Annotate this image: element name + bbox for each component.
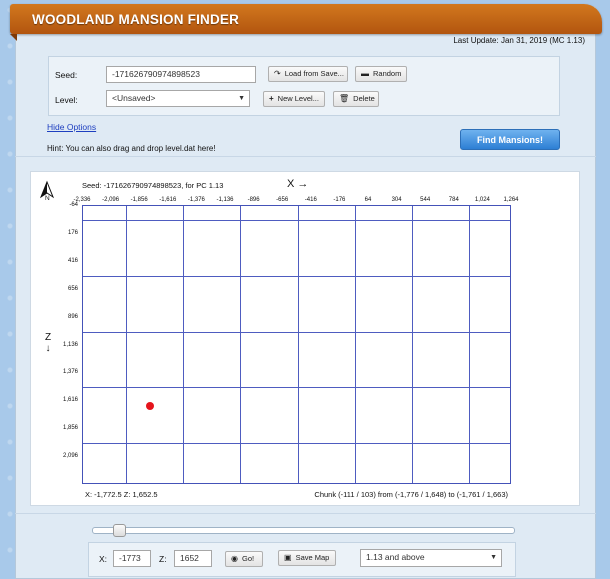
load-arrow-icon: ↷ (274, 69, 281, 78)
compass-icon: ◉ (231, 554, 238, 563)
mansion-marker[interactable] (146, 401, 155, 410)
x-tick-label: -2,096 (102, 197, 120, 203)
go-label: Go! (241, 554, 255, 563)
map-caption: Seed: -171626790974898523, for PC 1.13 (82, 181, 224, 190)
hide-options-link[interactable]: Hide Options (47, 122, 96, 132)
seed-label: Seed: (55, 70, 78, 80)
north-label: N (45, 195, 50, 202)
z-tick-label: 1,376 (62, 369, 78, 376)
z-tick-label: 1,856 (62, 425, 78, 432)
x-tick-label: -416 (304, 197, 317, 203)
grid-line-horizontal (83, 387, 510, 389)
z-tick-label: 656 (67, 285, 78, 292)
version-select-value: 1.13 and above (366, 552, 425, 562)
x-coord-input[interactable]: -1773 (113, 550, 151, 567)
zoom-slider[interactable] (92, 524, 515, 537)
load-from-save-label: Load from Save... (284, 69, 344, 78)
x-tick-label: 1,024 (474, 197, 490, 203)
x-axis-label: X → (287, 178, 309, 190)
x-tick-label: 304 (391, 197, 402, 203)
level-select[interactable]: <Unsaved> ▼ (106, 90, 250, 107)
z-tick-label: 1,136 (62, 341, 78, 348)
z-tick-label: 2,096 (62, 453, 78, 460)
x-tick-label: -896 (247, 197, 260, 203)
grid-line-horizontal (83, 331, 510, 333)
x-tick-label: 784 (448, 197, 459, 203)
x-tick-label: 64 (364, 197, 372, 203)
z-tick-label: 416 (67, 257, 78, 264)
save-icon: ▣ (284, 553, 292, 562)
grid-line-vertical (354, 206, 356, 483)
trash-icon: 🗑 (339, 94, 350, 103)
grid-line-horizontal (83, 275, 510, 277)
x-tick-label: -176 (333, 197, 346, 203)
film-icon: ▬ (361, 69, 369, 78)
divider (15, 156, 596, 157)
random-label: Random (373, 69, 402, 78)
banner-fold (10, 34, 17, 41)
x-tick-label: 1,264 (503, 197, 519, 203)
grid-line-horizontal (83, 219, 510, 221)
save-map-button[interactable]: ▣ Save Map (278, 550, 336, 566)
cursor-coords: X: -1,772.5 Z: 1,652.5 (85, 490, 158, 499)
save-map-label: Save Map (295, 553, 330, 562)
level-label: Level: (55, 95, 78, 105)
random-button[interactable]: ▬ Random (355, 66, 407, 82)
header-banner: WOODLAND MANSION FINDER (10, 4, 602, 34)
z-tick-label: 896 (67, 313, 78, 320)
go-button[interactable]: ◉ Go! (225, 551, 263, 567)
level-select-value: <Unsaved> (112, 93, 156, 103)
x-tick-label: -656 (276, 197, 289, 203)
load-from-save-button[interactable]: ↷ Load from Save... (268, 66, 348, 82)
x-tick-label: 544 (420, 197, 431, 203)
grid-line-vertical (469, 206, 471, 483)
x-tick-label: -1,856 (130, 197, 148, 203)
z-tick-label: 176 (67, 229, 78, 236)
grid-line-vertical (183, 206, 185, 483)
new-level-button[interactable]: + New Level... (263, 91, 325, 107)
grid-line-vertical (411, 206, 413, 483)
grid-line-vertical (240, 206, 242, 483)
z-coord-label: Z: (159, 554, 167, 564)
x-coord-label: X: (99, 554, 108, 564)
version-select[interactable]: 1.13 and above ▼ (360, 549, 502, 567)
grid-line-horizontal (83, 443, 510, 445)
z-axis-label: Z ↓ (45, 332, 52, 354)
z-tick-label: -64 (69, 202, 78, 208)
new-level-label: New Level... (277, 94, 319, 103)
plus-icon: + (269, 94, 274, 103)
options-box (48, 56, 560, 116)
x-tick-label: -1,136 (216, 197, 234, 203)
z-tick-label: 1,616 (62, 397, 78, 404)
chevron-down-icon: ▼ (238, 95, 245, 102)
last-update: Last Update: Jan 31, 2019 (MC 1.13) (453, 36, 585, 45)
delete-button[interactable]: 🗑 Delete (333, 91, 379, 107)
x-tick-label: -1,376 (187, 197, 205, 203)
x-tick-label: -1,616 (159, 197, 177, 203)
z-coord-input[interactable]: 1652 (174, 550, 212, 567)
delete-label: Delete (353, 94, 375, 103)
hint-text: Hint: You can also drag and drop level.d… (47, 144, 216, 153)
page-title: WOODLAND MANSION FINDER (32, 12, 240, 27)
find-mansions-button[interactable]: Find Mansions! (460, 129, 560, 150)
divider (15, 513, 596, 514)
grid-line-vertical (125, 206, 127, 483)
chevron-down-icon: ▼ (490, 554, 497, 561)
map-grid[interactable] (82, 205, 511, 484)
seed-input[interactable]: -171626790974898523 (106, 66, 256, 83)
grid-line-vertical (297, 206, 299, 483)
chunk-info: Chunk (-111 / 103) from (-1,776 / 1,648)… (314, 490, 508, 499)
zoom-slider-handle[interactable] (113, 524, 127, 537)
